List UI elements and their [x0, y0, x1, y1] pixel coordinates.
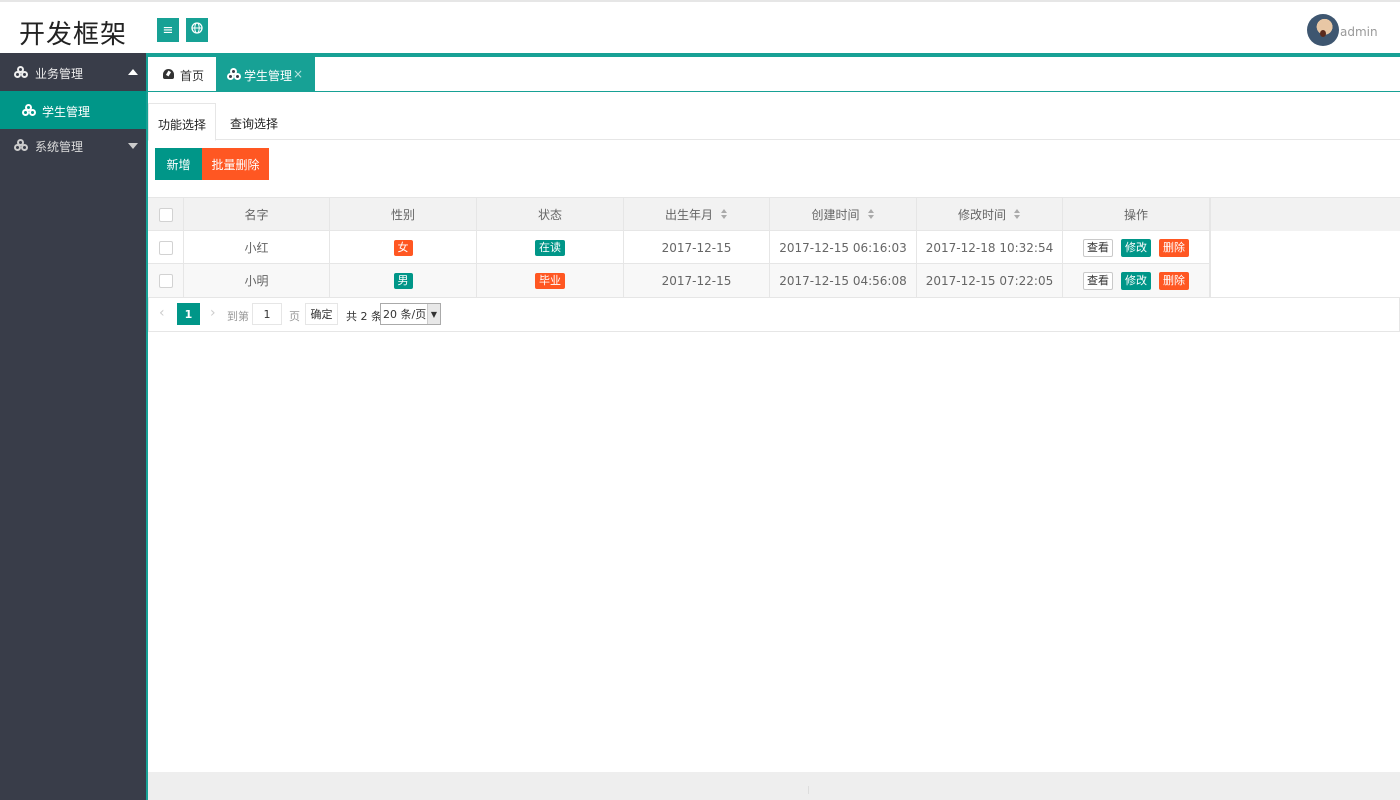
- tab-student-management[interactable]: 学生管理 ×: [216, 57, 315, 91]
- cell-birth: 2017-12-15: [624, 264, 770, 297]
- table-header-row: 名字 性别 状态 出生年月 创建时间 修改时间 操作: [148, 198, 1400, 231]
- table-filler: [1210, 264, 1400, 297]
- goto-label: 到第: [227, 310, 249, 323]
- top-header: 开发框架 ≡ admin: [0, 0, 1400, 57]
- tab-home[interactable]: 首页: [148, 57, 216, 91]
- cell-status: 在读: [477, 231, 624, 264]
- column-header-birth[interactable]: 出生年月: [624, 198, 770, 231]
- student-table: 名字 性别 状态 出生年月 创建时间 修改时间 操作 小红 女 在读 2017-…: [148, 197, 1400, 298]
- column-header-label: 创建时间: [811, 208, 860, 222]
- cell-status: 毕业: [477, 264, 624, 297]
- cell-name: 小红: [184, 231, 330, 264]
- globe-button[interactable]: [186, 18, 208, 42]
- sort-icon[interactable]: [1014, 209, 1021, 220]
- row-checkbox[interactable]: [158, 273, 173, 288]
- sidebar-item-student[interactable]: 学生管理: [0, 91, 146, 129]
- next-page-icon[interactable]: ›: [210, 305, 216, 321]
- dashboard-icon: [163, 69, 174, 79]
- column-header-status: 状态: [477, 198, 624, 231]
- sidebar-item-system[interactable]: 系统管理: [0, 126, 146, 164]
- sidebar-item-label: 系统管理: [35, 140, 84, 154]
- hamburger-icon: ≡: [162, 22, 174, 38]
- page-label: 页: [289, 310, 300, 323]
- cloud-icon: [22, 104, 36, 119]
- row-select-cell: [148, 264, 184, 297]
- pagination: ‹ 1 › 到第 页 确定 共 2 条 20 条/页 ▼: [148, 298, 1400, 332]
- cell-gender: 男: [330, 264, 477, 297]
- cell-birth: 2017-12-15: [624, 231, 770, 264]
- select-all-cell: [148, 198, 184, 231]
- app-logo: 开发框架: [19, 20, 128, 50]
- delete-button[interactable]: 删除: [1159, 271, 1189, 290]
- total-count: 共 2 条: [346, 310, 382, 323]
- footer: [148, 772, 1400, 800]
- sidebar: 业务管理 学生管理 系统管理: [0, 53, 148, 800]
- status-badge: 毕业: [535, 272, 565, 289]
- cell-modified: 2017-12-18 10:32:54: [917, 231, 1063, 264]
- column-header-label: 修改时间: [957, 208, 1006, 222]
- sub-tab-bar: 功能选择 查询选择: [148, 103, 1400, 141]
- column-header-gender: 性别: [330, 198, 477, 231]
- cell-actions: 查看 修改 删除: [1063, 264, 1210, 297]
- tab-label: 首页: [180, 69, 205, 83]
- sort-icon[interactable]: [867, 209, 875, 220]
- table-filler: [1210, 231, 1400, 264]
- cloud-icon: [14, 66, 28, 81]
- cell-name: 小明: [184, 264, 330, 297]
- view-button[interactable]: 查看: [1083, 271, 1113, 290]
- close-icon[interactable]: ×: [293, 67, 303, 81]
- view-button[interactable]: 查看: [1083, 238, 1113, 257]
- sidebar-item-label: 业务管理: [35, 67, 84, 81]
- row-checkbox[interactable]: [158, 240, 173, 255]
- batch-delete-button[interactable]: 批量删除: [202, 148, 269, 180]
- sidebar-item-label: 学生管理: [42, 105, 91, 119]
- cell-actions: 查看 修改 删除: [1063, 231, 1210, 264]
- cloud-icon: [14, 139, 28, 154]
- current-page-button[interactable]: 1: [177, 303, 200, 325]
- page-size-value: 20 条/页: [383, 308, 427, 321]
- column-header-created[interactable]: 创建时间: [770, 198, 917, 231]
- page-tab-bar: 首页 学生管理 ×: [148, 57, 1400, 92]
- sort-icon[interactable]: [721, 209, 728, 220]
- edit-button[interactable]: 修改: [1121, 271, 1151, 290]
- caret-up-icon: [128, 69, 138, 75]
- column-header-modified[interactable]: 修改时间: [917, 198, 1063, 231]
- tab-function-select[interactable]: 功能选择: [148, 103, 216, 141]
- avatar[interactable]: [1307, 14, 1339, 46]
- gender-badge: 男: [393, 272, 413, 289]
- divider: [808, 786, 809, 794]
- table-row: 小红 女 在读 2017-12-15 2017-12-15 06:16:03 2…: [148, 231, 1400, 264]
- status-badge: 在读: [535, 239, 565, 256]
- column-header-label: 出生年月: [664, 208, 713, 222]
- globe-icon: [191, 22, 203, 38]
- delete-button[interactable]: 删除: [1159, 238, 1189, 257]
- column-header-actions: 操作: [1063, 198, 1210, 231]
- cell-created: 2017-12-15 04:56:08: [770, 264, 917, 297]
- chevron-down-icon: ▼: [427, 304, 440, 324]
- tab-query-select[interactable]: 查询选择: [230, 103, 278, 140]
- select-all-checkbox[interactable]: [158, 207, 173, 222]
- column-header-name: 名字: [184, 198, 330, 231]
- add-button[interactable]: 新增: [155, 148, 202, 180]
- gender-badge: 女: [393, 239, 413, 256]
- cell-modified: 2017-12-15 07:22:05: [917, 264, 1063, 297]
- edit-button[interactable]: 修改: [1121, 238, 1151, 257]
- goto-confirm-button[interactable]: 确定: [305, 303, 338, 325]
- caret-down-icon: [128, 143, 138, 149]
- cloud-icon: [227, 68, 241, 83]
- prev-page-icon[interactable]: ‹: [159, 305, 165, 321]
- row-select-cell: [148, 231, 184, 264]
- username[interactable]: admin: [1340, 25, 1378, 39]
- tab-label: 学生管理: [244, 69, 293, 83]
- page-size-select[interactable]: 20 条/页 ▼: [380, 303, 441, 325]
- cell-gender: 女: [330, 231, 477, 264]
- table-filler: [1210, 198, 1400, 231]
- table-row: 小明 男 毕业 2017-12-15 2017-12-15 04:56:08 2…: [148, 264, 1400, 297]
- cell-created: 2017-12-15 06:16:03: [770, 231, 917, 264]
- goto-page-input[interactable]: [252, 303, 282, 325]
- menu-toggle-button[interactable]: ≡: [157, 18, 179, 42]
- sidebar-item-business[interactable]: 业务管理: [0, 53, 146, 91]
